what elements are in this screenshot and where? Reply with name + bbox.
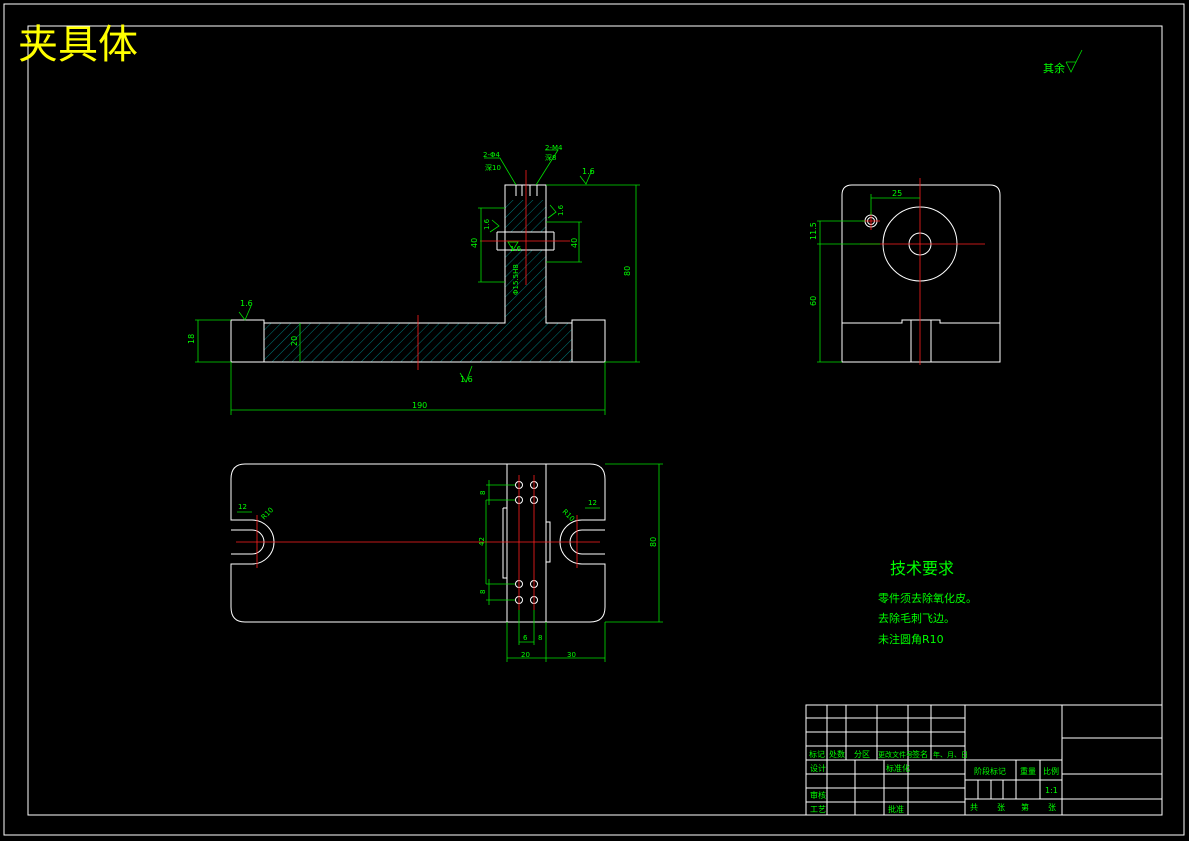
tb-label-1: 处数 bbox=[829, 749, 845, 759]
top-view-block-lines bbox=[502, 464, 551, 622]
top-view-centerlines bbox=[236, 475, 600, 610]
roughness-note-text: 其余 bbox=[1043, 61, 1065, 75]
top-dim-12: 12 bbox=[238, 503, 247, 511]
outer-frame bbox=[3, 3, 1185, 836]
top-dim-30: 30 bbox=[567, 651, 576, 659]
tb-label-2: 分区 bbox=[854, 750, 870, 759]
top-view-dim-lines bbox=[237, 463, 663, 662]
side-dim-height: 60 bbox=[809, 296, 818, 306]
dim-slot2: 40 bbox=[570, 238, 579, 248]
roughness-icon-5 bbox=[489, 219, 500, 233]
dim-total-length: 190 bbox=[412, 401, 427, 410]
tech-req-heading: 技术要求 bbox=[890, 559, 954, 578]
front-view: 190 80 18 20 40 40 1.6 1.6 1.6 1.6 1.6 1… bbox=[187, 144, 640, 415]
top-dim-42: 42 bbox=[478, 537, 486, 546]
side-view-centerlines bbox=[860, 178, 985, 365]
hole-note-1b: 深10 bbox=[485, 163, 501, 172]
side-view-outline bbox=[841, 184, 1001, 363]
tb-sheet-no: 第 bbox=[1021, 802, 1029, 812]
side-view: 25 11.5 60 bbox=[809, 178, 1001, 365]
hole-note-1: 2-Φ4 bbox=[483, 151, 500, 159]
tb-review: 审核 bbox=[810, 790, 826, 800]
top-view: 80 R10 R10 12 12 8 8 42 6 8 20 30 bbox=[230, 463, 663, 662]
top-view-outline bbox=[230, 463, 606, 623]
tb-label-4: 签名 bbox=[912, 749, 928, 759]
hole-note-2: 2-M4 bbox=[545, 144, 563, 152]
top-dim-8b: 8 bbox=[479, 590, 487, 594]
bore-note: Φ15.5H8 bbox=[512, 264, 520, 295]
side-view-inner-lines bbox=[842, 319, 1000, 362]
top-dim-12b: 12 bbox=[588, 499, 597, 507]
drawing-title: 夹具体 bbox=[18, 22, 138, 68]
title-block-grid bbox=[806, 705, 1162, 815]
side-dim-offset: 25 bbox=[892, 189, 902, 198]
tb-label-3: 更改文件号 bbox=[878, 750, 913, 759]
top-dim-6: 6 bbox=[523, 634, 528, 642]
dim-height: 80 bbox=[623, 266, 632, 276]
tb-weight: 重量 bbox=[1020, 766, 1036, 776]
dim-base-height: 18 bbox=[187, 334, 196, 344]
roughness-2: 1.6 bbox=[460, 375, 473, 384]
top-dim-8c: 8 bbox=[538, 634, 542, 642]
roughness-6: 1.6 bbox=[510, 245, 522, 253]
tech-req-item-1: 零件须去除氧化皮。 bbox=[878, 591, 977, 605]
tb-scale-label: 比例 bbox=[1043, 766, 1059, 776]
dim-base-height-line bbox=[195, 319, 231, 363]
roughness-5: 1.6 bbox=[483, 218, 491, 230]
roughness-symbol-icon bbox=[1065, 49, 1083, 73]
tb-stage-mark: 阶段标记 bbox=[974, 766, 1006, 776]
technical-requirements: 技术要求 零件须去除氧化皮。 去除毛刺飞边。 未注圆角R10 bbox=[878, 559, 977, 646]
tb-approve: 批准 bbox=[888, 804, 904, 814]
roughness-1: 1.6 bbox=[240, 299, 253, 308]
roughness-icon-4 bbox=[547, 204, 557, 219]
title-block: 标记 处数 分区 更改文件号 签名 年、月、日 设计 标准化 审核 工艺 批准 … bbox=[805, 704, 1163, 816]
tb-standardize: 标准化 bbox=[886, 763, 910, 773]
roughness-3: 1.6 bbox=[582, 167, 595, 176]
hole-note-2b: 深8 bbox=[545, 153, 556, 162]
roughness-icon-1 bbox=[238, 305, 252, 321]
top-dim-20: 20 bbox=[521, 651, 530, 659]
top-dim-8a: 8 bbox=[479, 491, 487, 495]
tb-sheet-unit: 张 bbox=[997, 803, 1005, 812]
side-dim-vertical: 11.5 bbox=[809, 222, 818, 240]
tb-sheet-unit2: 张 bbox=[1048, 803, 1056, 812]
tb-label-0: 标记 bbox=[809, 749, 825, 759]
tb-label-5: 年、月、日 bbox=[933, 750, 968, 759]
top-dim-r10: R10 bbox=[260, 506, 275, 521]
tech-req-item-3: 未注圆角R10 bbox=[878, 632, 944, 646]
dim-slot1: 40 bbox=[470, 238, 479, 248]
roughness-4: 1.6 bbox=[557, 204, 565, 216]
tb-sheet-total: 共 bbox=[970, 803, 978, 812]
tech-req-item-2: 去除毛刺飞边。 bbox=[878, 611, 955, 625]
tb-process: 工艺 bbox=[810, 805, 826, 814]
top-dim-r10b: R10 bbox=[561, 508, 576, 523]
cad-drawing: 夹具体 其余 190 80 18 20 40 40 1.6 1.6 1.6 1.… bbox=[3, 3, 1185, 836]
roughness-note: 其余 bbox=[1043, 49, 1083, 75]
inner-frame bbox=[27, 25, 1163, 816]
tb-scale-value: 1:1 bbox=[1045, 786, 1058, 795]
front-view-upper-hatch bbox=[505, 200, 546, 232]
top-dim-width: 80 bbox=[649, 537, 658, 547]
tb-design: 设计 bbox=[810, 763, 826, 773]
dim-web: 20 bbox=[290, 336, 299, 346]
